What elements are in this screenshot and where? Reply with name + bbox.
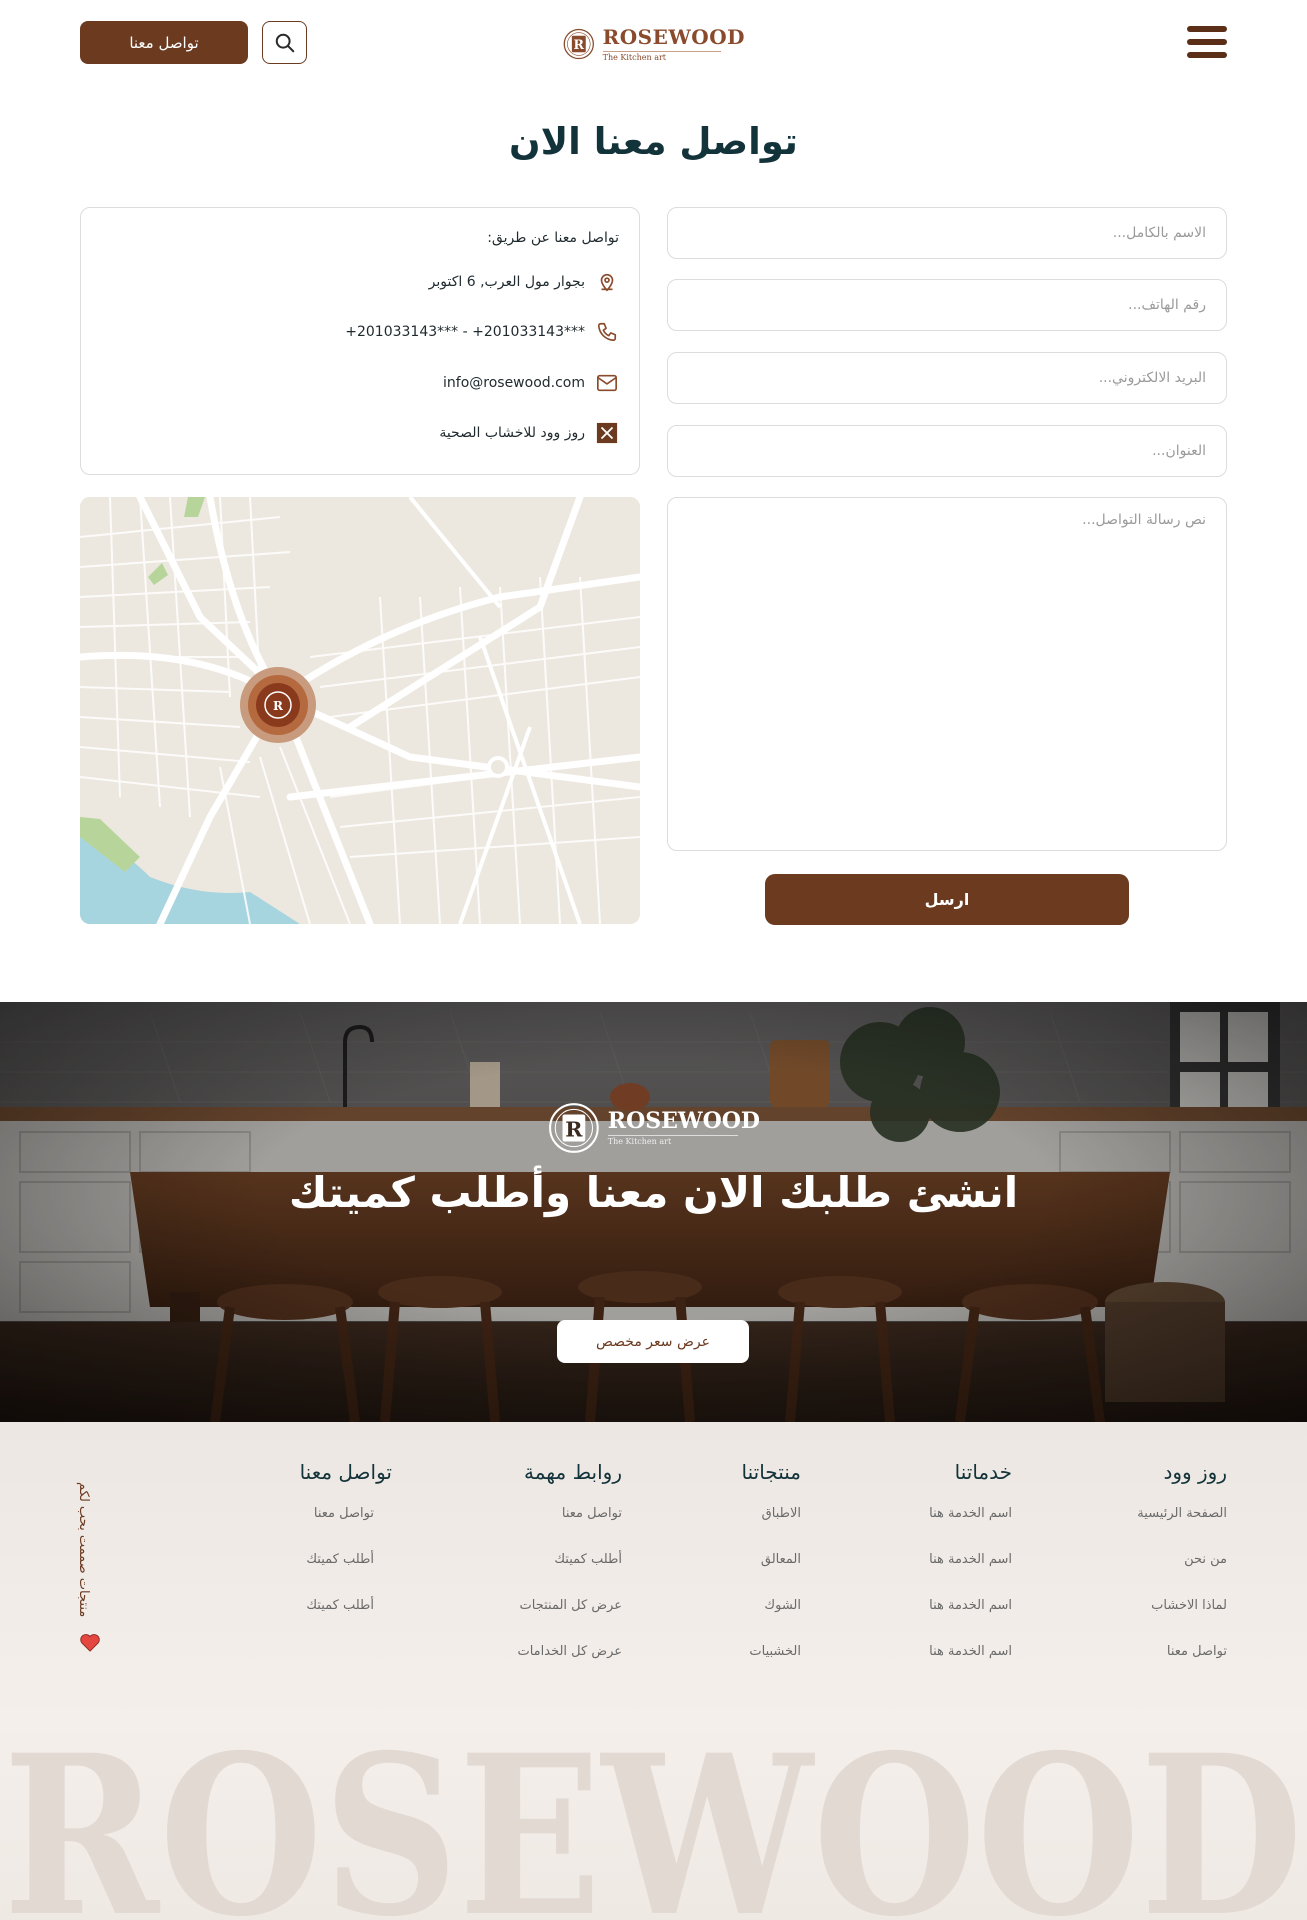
footer-link[interactable]: الصفحة الرئيسية: [1137, 1506, 1227, 1552]
footer-link[interactable]: تواصل معنا: [517, 1506, 622, 1552]
contact-x-row: روز وود للاخشاب الصحية: [439, 421, 619, 445]
logo-brand-text: ROSEWOOD: [602, 24, 745, 49]
footer-link[interactable]: أطلب كميتك: [517, 1552, 622, 1598]
footer-heading: تواصل معنا: [299, 1460, 392, 1484]
footer-heading: خدماتنا: [954, 1460, 1012, 1484]
banner-title: انشئ طلبك الان معنا وأطلب كميتك: [288, 1168, 1019, 1217]
footer-link[interactable]: اسم الخدمة هنا: [929, 1644, 1012, 1690]
footer-watermark-text: ROSEWOOD: [3, 1745, 1303, 1920]
footer-column-services: خدماتنا اسم الخدمة هنا اسم الخدمة هنا اس…: [929, 1460, 1012, 1690]
footer-heading: منتجاتنا: [741, 1460, 801, 1484]
logo-tagline: The Kitchen art: [602, 50, 721, 62]
footer-link[interactable]: الخشبيات: [742, 1644, 801, 1690]
svg-text:R: R: [574, 37, 585, 52]
send-button[interactable]: ارسل: [765, 874, 1129, 925]
contact-email[interactable]: info@rosewood.com: [443, 375, 585, 391]
search-button[interactable]: [262, 21, 307, 64]
contact-card-title: تواصل معنا عن طريق:: [487, 230, 619, 246]
location-map[interactable]: R: [80, 497, 640, 924]
contact-phones[interactable]: +201033143*** - +201033143***: [345, 324, 585, 340]
footer-link[interactable]: الاطباق: [742, 1506, 801, 1552]
footer-link[interactable]: الشوك: [742, 1598, 801, 1644]
footer-link[interactable]: المعالق: [742, 1552, 801, 1598]
header-contact-button[interactable]: تواصل معنا: [80, 21, 248, 64]
footer-heading: روز وود: [1163, 1460, 1227, 1484]
custom-quote-button[interactable]: عرض سعر مخصص: [557, 1320, 749, 1363]
contact-email-row: info@rosewood.com: [443, 371, 619, 395]
phone-icon: [595, 320, 619, 344]
address-input[interactable]: [667, 425, 1227, 477]
footer-column-contact: تواصل معنا تواصل معنا أطلب كميتك أطلب كم…: [300, 1460, 392, 1644]
heart-icon: [80, 1634, 100, 1652]
footer-heading: روابط مهمة: [524, 1460, 622, 1484]
footer-link[interactable]: اسم الخدمة هنا: [929, 1598, 1012, 1644]
footer-watermark: ROSEWOOD: [0, 1745, 1307, 1920]
footer-link[interactable]: أطلب كميتك: [300, 1552, 374, 1598]
hamburger-menu-icon[interactable]: [1187, 26, 1227, 58]
contact-phone-row: +201033143*** - +201033143***: [345, 320, 619, 344]
fullname-input[interactable]: [667, 207, 1227, 259]
svg-text:R: R: [565, 1117, 583, 1141]
made-with-love-text: منتجات صممت بحب لكم: [76, 1482, 91, 1618]
page-title: تواصل معنا الان: [509, 120, 798, 163]
banner-logo-mark: R: [549, 1103, 599, 1153]
location-pin-icon: [595, 270, 619, 294]
footer-link[interactable]: عرض كل المنتجات: [517, 1598, 622, 1644]
banner-logo: R ROSEWOOD The Kitchen art: [548, 1098, 760, 1158]
footer-column-important-links: روابط مهمة تواصل معنا أطلب كميتك عرض كل …: [517, 1460, 622, 1690]
contact-info-card: تواصل معنا عن طريق: بجوار مول العرب, 6 ا…: [80, 207, 640, 475]
site-header: تواصل معنا R ROSEWOOD The Kitchen art: [0, 0, 1307, 86]
map-marker-icon[interactable]: R: [240, 667, 316, 743]
footer-link[interactable]: اسم الخدمة هنا: [929, 1552, 1012, 1598]
footer-link[interactable]: عرض كل الخدامات: [517, 1644, 622, 1690]
footer-column-rosewood: روز وود الصفحة الرئيسية من نحن لماذا الا…: [1137, 1460, 1227, 1690]
contact-address-row: بجوار مول العرب, 6 اكتوبر: [429, 270, 619, 294]
message-textarea[interactable]: [667, 497, 1227, 851]
banner-brand-text: ROSEWOOD: [607, 1108, 760, 1134]
made-with-love-note: منتجات صممت بحب لكم: [76, 1482, 102, 1662]
footer-link[interactable]: تواصل معنا: [1137, 1644, 1227, 1690]
site-logo[interactable]: R ROSEWOOD The Kitchen art: [563, 17, 745, 71]
footer-link[interactable]: لماذا الاخشاب: [1137, 1598, 1227, 1644]
phone-input[interactable]: [667, 279, 1227, 331]
search-icon: [275, 33, 294, 52]
svg-text:R: R: [273, 699, 284, 713]
footer-link[interactable]: أطلب كميتك: [300, 1598, 374, 1644]
banner-tagline: The Kitchen art: [607, 1135, 738, 1146]
footer-link[interactable]: من نحن: [1137, 1552, 1227, 1598]
footer-link[interactable]: اسم الخدمة هنا: [929, 1506, 1012, 1552]
x-logo-icon[interactable]: [595, 421, 619, 445]
footer-column-products: منتجاتنا الاطباق المعالق الشوك الخشبيات: [742, 1460, 801, 1690]
rosewood-logo-mark: R: [563, 28, 594, 60]
mail-icon: [595, 371, 619, 395]
contact-address: بجوار مول العرب, 6 اكتوبر: [428, 274, 585, 290]
contact-x-handle[interactable]: روز وود للاخشاب الصحية: [439, 425, 585, 441]
footer-link[interactable]: تواصل معنا: [300, 1506, 374, 1552]
email-input[interactable]: [667, 352, 1227, 404]
